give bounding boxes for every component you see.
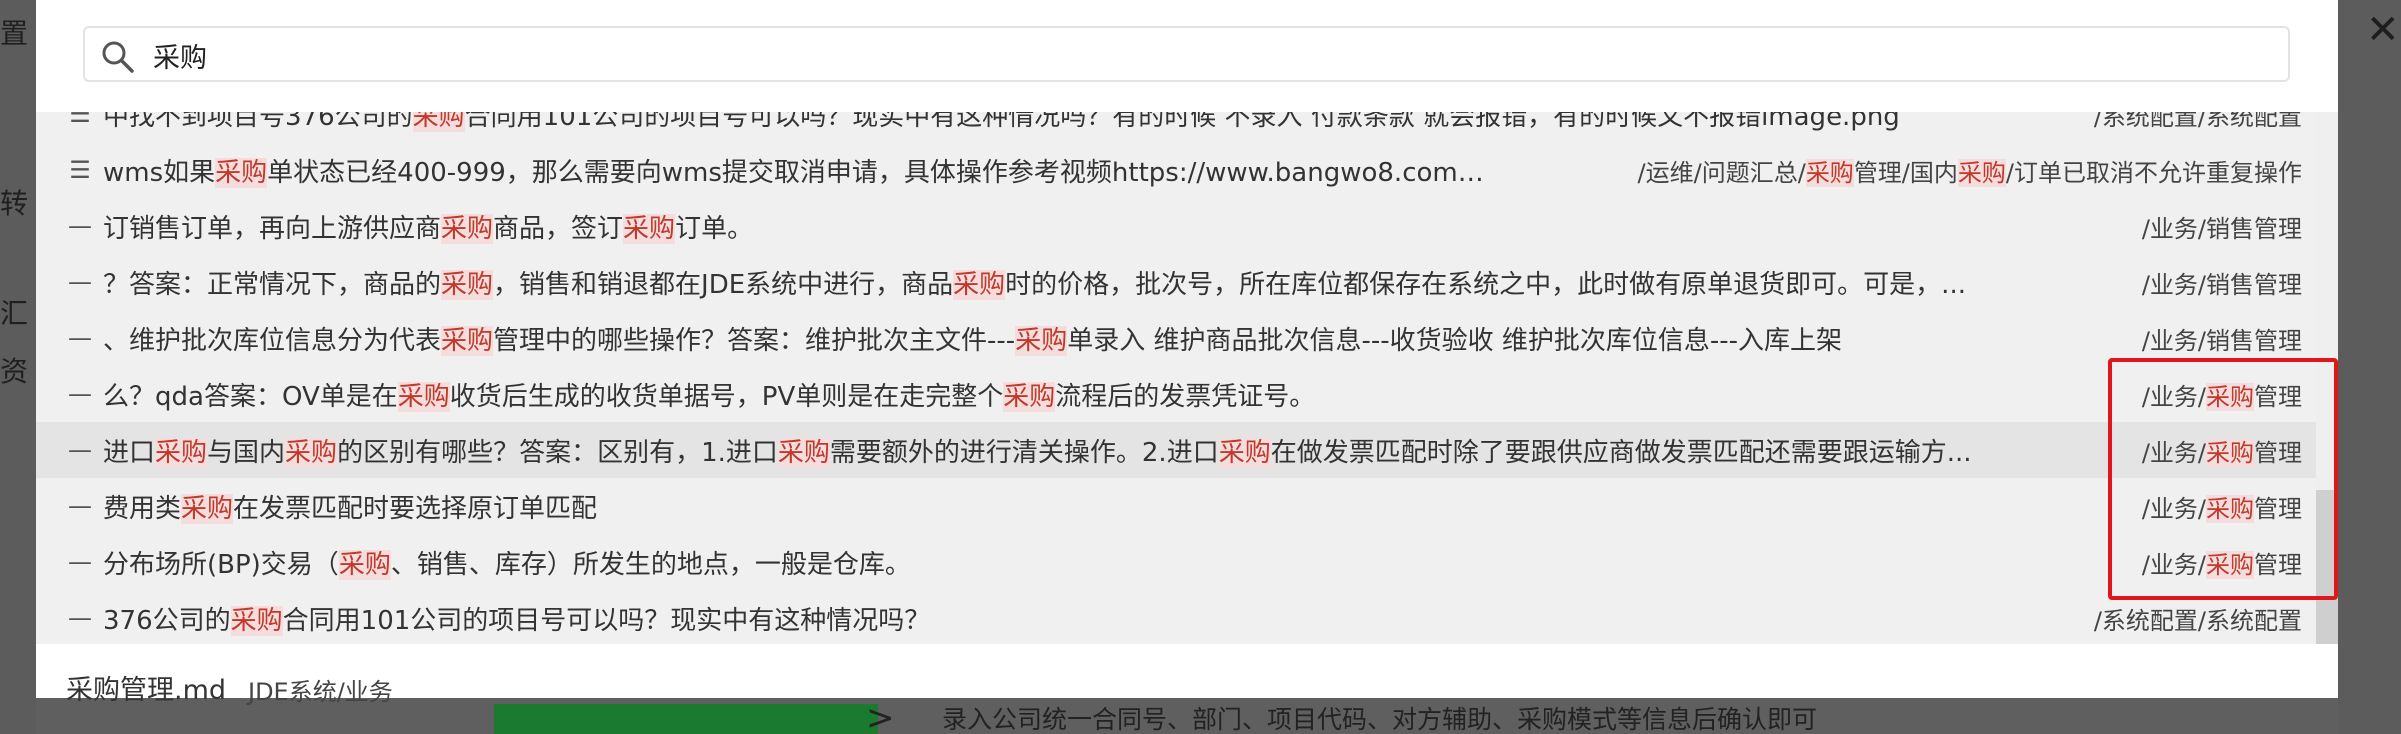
result-title: 、维护批次库位信息分为代表采购管理中的哪些操作？答案：维护批次主文件---采购单… xyxy=(103,325,1843,356)
keyword-highlight: 采购 xyxy=(1003,381,1056,412)
background-text: 录入公司统一合同号、部门、项目代码、对方辅助、采购模式等信息后确认即可 xyxy=(942,705,1818,734)
background-text: 置 xyxy=(0,17,29,50)
background-left-panel: 置 转 汇 资 xyxy=(0,0,36,734)
selected-file-name: 采购管理.md xyxy=(66,675,227,706)
result-path: /业务/销售管理 xyxy=(2141,270,2302,299)
search-result-item[interactable]: — 进口采购与国内采购的区别有哪些？答案：区别有，1.进口采购需要额外的进行清关操… xyxy=(36,422,2316,478)
search-result-item[interactable]: — ？答案：正常情况下，商品的采购，销售和销退都在JDE系统中进行，商品采购时的价… xyxy=(36,254,2316,310)
search-icon xyxy=(102,41,134,73)
search-result-item[interactable]: — 分布场所(BP)交易（采购、销售、库存）所发生的地点，一般是仓库。/业务/采购… xyxy=(36,534,2316,590)
result-path: /系统配置/系统配置 xyxy=(2093,606,2302,635)
dash-icon: — xyxy=(68,212,92,240)
dash-icon: — xyxy=(68,604,92,632)
result-title: 分布场所(BP)交易（采购、销售、库存）所发生的地点，一般是仓库。 xyxy=(103,549,911,580)
result-path: /业务/销售管理 xyxy=(2141,326,2302,355)
search-result-item[interactable]: — 费用类采购在发票匹配时要选择原订单匹配/业务/采购管理 xyxy=(36,478,2316,534)
keyword-highlight: 采购 xyxy=(1015,325,1068,356)
background-text: 汇 xyxy=(0,297,29,330)
result-path: /业务/销售管理 xyxy=(2141,214,2302,243)
keyword-highlight: 采购 xyxy=(441,213,494,244)
selected-file-path: JDE系统/业务 xyxy=(248,678,393,706)
result-path: /运维/问题汇总/采购管理/国内采购/订单已取消不允许重复操作 xyxy=(1637,158,2302,187)
result-path: /系统配置/系统配置 xyxy=(2093,112,2302,131)
result-title: 么？qda答案：OV单是在采购收货后生成的收货单据号，PV单则是在走完整个采购流… xyxy=(103,381,1316,412)
background-text: 资 xyxy=(0,355,29,388)
keyword-highlight: 采购 xyxy=(777,437,830,468)
search-result-item[interactable]: — 订销售订单，再向上游供应商采购商品，签订采购订单。 /业务/销售管理 xyxy=(36,198,2316,254)
chevron-right-icon: > xyxy=(866,698,895,734)
list-icon: ☰ xyxy=(69,112,91,128)
keyword-highlight: 采购 xyxy=(412,112,465,132)
result-title: 订销售订单，再向上游供应商采购商品，签订采购订单。 xyxy=(103,213,754,244)
keyword-highlight: 采购 xyxy=(155,437,208,468)
keyword-highlight: 采购 xyxy=(953,269,1006,300)
result-title: 进口采购与国内采购的区别有哪些？答案：区别有，1.进口采购需要额外的进行清关操作… xyxy=(103,437,1972,468)
keyword-highlight: 采购 xyxy=(181,493,234,524)
result-title: ？答案：正常情况下，商品的采购，销售和销退都在JDE系统中进行，商品采购时的价格… xyxy=(103,269,1966,300)
dash-icon: — xyxy=(68,436,92,464)
keyword-highlight: 采购 xyxy=(441,325,494,356)
search-result-item[interactable]: ☰ 中找不到项目号376公司的采购合同用101公司的项目号可以吗？现实中有这种情况… xyxy=(36,112,2316,142)
search-result-item[interactable]: — 376公司的采购合同用101公司的项目号可以吗？现实中有这种情况吗？ /系统配置… xyxy=(36,590,2316,644)
dash-icon: — xyxy=(68,492,92,520)
background-green-button xyxy=(494,704,878,734)
keyword-highlight: 采购 xyxy=(1218,437,1271,468)
dash-icon: — xyxy=(68,380,92,408)
search-result-item[interactable]: — 、维护批次库位信息分为代表采购管理中的哪些操作？答案：维护批次主文件---采购… xyxy=(36,310,2316,366)
search-results-list: ☰ 中找不到项目号376公司的采购合同用101公司的项目号可以吗？现实中有这种情况… xyxy=(36,112,2338,644)
result-title: 中找不到项目号376公司的采购合同用101公司的项目号可以吗？现实中有这种情况吗… xyxy=(103,112,1900,133)
keyword-highlight: 采购 xyxy=(338,549,391,580)
result-title: 376公司的采购合同用101公司的项目号可以吗？现实中有这种情况吗？ xyxy=(103,605,931,636)
keyword-highlight: 采购 xyxy=(623,213,676,244)
search-modal: ☰ 中找不到项目号376公司的采购合同用101公司的项目号可以吗？现实中有这种情况… xyxy=(36,0,2338,706)
result-title: wms如果采购单状态已经400-999，那么需要向wms提交取消申请，具体操作参… xyxy=(103,157,1492,188)
search-result-item[interactable]: — 么？qda答案：OV单是在采购收货后生成的收货单据号，PV单则是在走完整个采购… xyxy=(36,366,2316,422)
search-box[interactable] xyxy=(83,26,2290,82)
dash-icon: — xyxy=(68,268,92,296)
keyword-highlight: 采购 xyxy=(397,381,450,412)
background-text: 转 xyxy=(0,187,29,220)
list-icon: ☰ xyxy=(69,156,91,184)
search-result-item[interactable]: ☰ wms如果采购单状态已经400-999，那么需要向wms提交取消申请，具体操作… xyxy=(36,142,2316,198)
keyword-highlight: 采购 xyxy=(441,269,494,300)
search-input[interactable] xyxy=(153,40,953,71)
keyword-highlight: 采购 xyxy=(1805,158,1854,187)
background-right-panel xyxy=(2338,0,2401,734)
dash-icon: — xyxy=(68,548,92,576)
annotation-highlight-box xyxy=(2108,358,2338,600)
keyword-highlight: 采购 xyxy=(1957,158,2006,187)
keyword-highlight: 采购 xyxy=(215,157,268,188)
result-title: 费用类采购在发票匹配时要选择原订单匹配 xyxy=(103,493,598,524)
keyword-highlight: 采购 xyxy=(230,605,283,636)
dash-icon: — xyxy=(68,324,92,352)
keyword-highlight: 采购 xyxy=(285,437,338,468)
close-icon[interactable]: ✕ xyxy=(2366,10,2401,50)
